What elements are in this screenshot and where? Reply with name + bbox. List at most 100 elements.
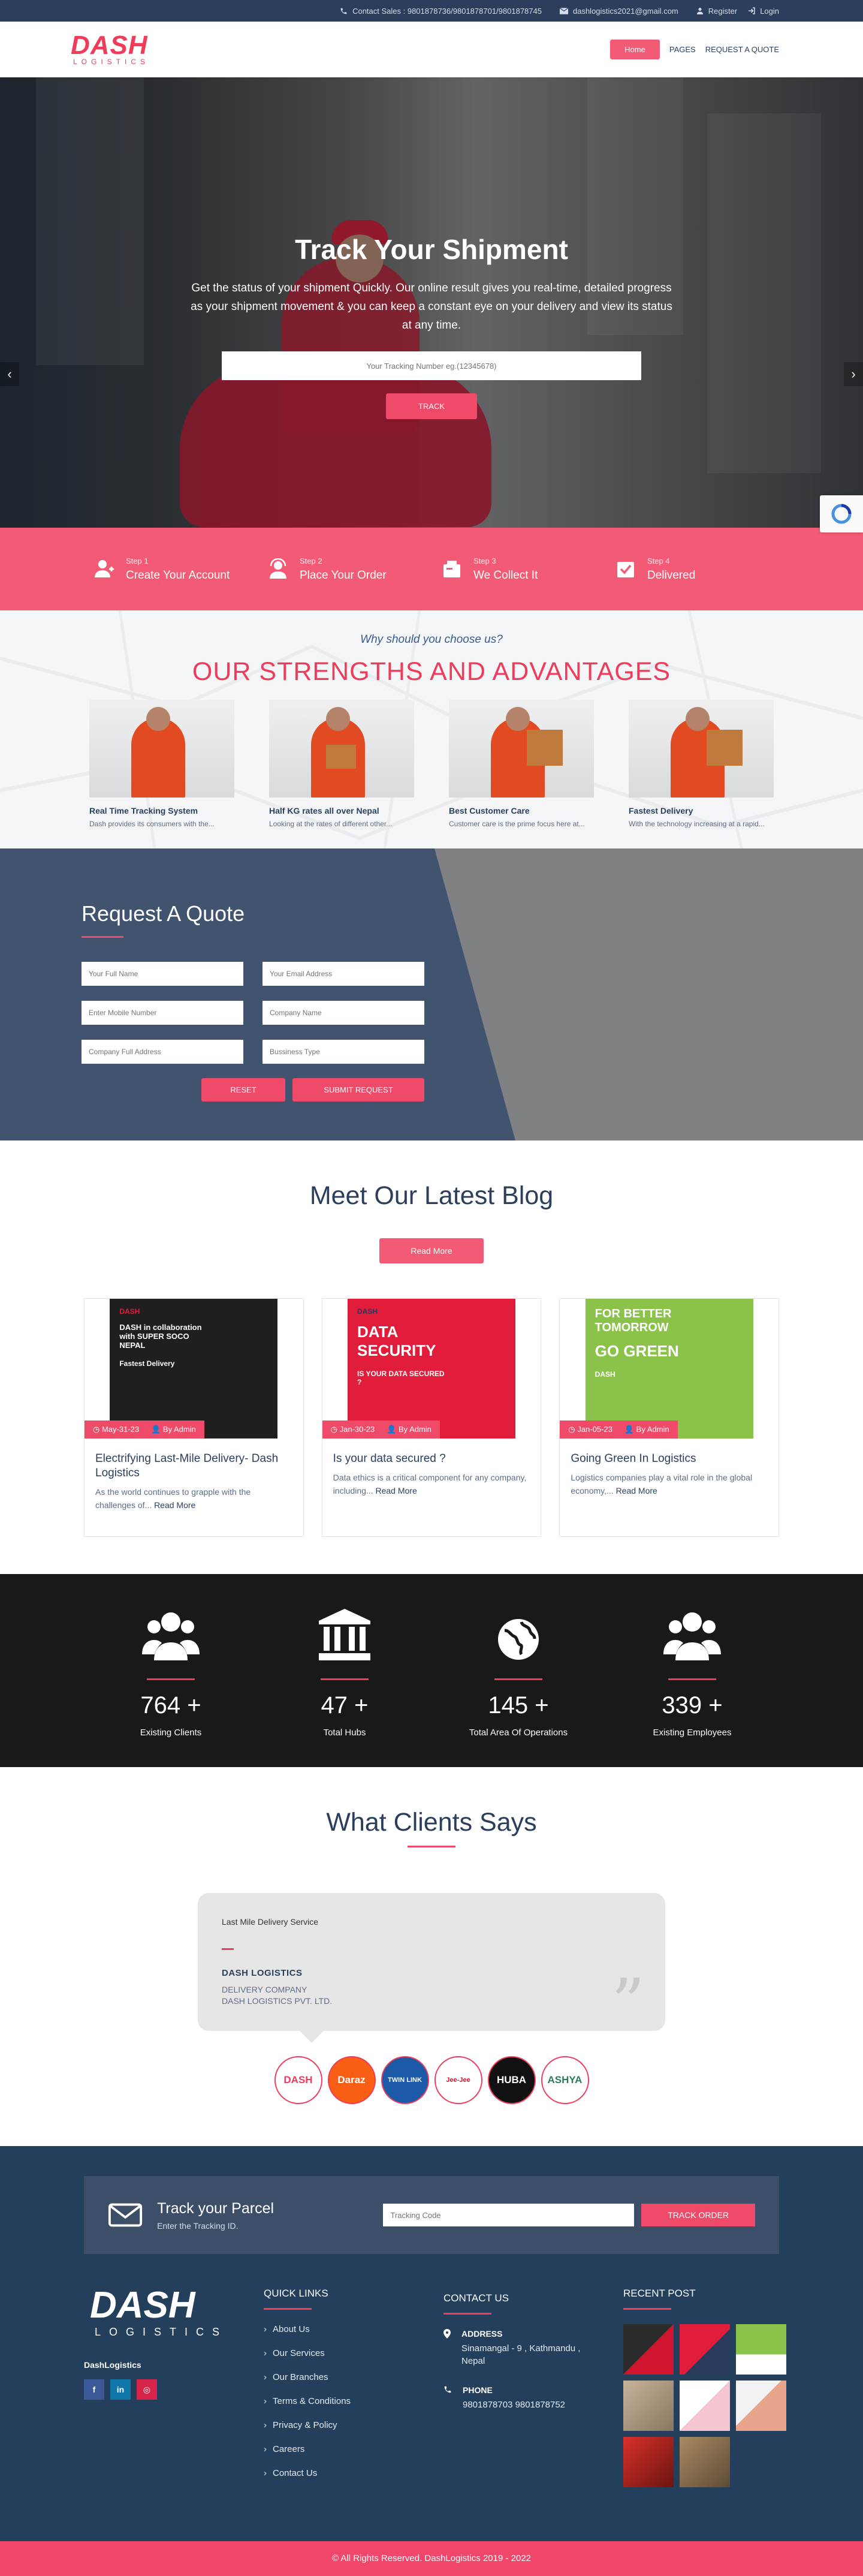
envelope-icon <box>559 7 568 14</box>
blog-post-graphic: DASH DATA SECURITY IS YOUR DATA SECURED ? <box>348 1299 515 1439</box>
footer-link[interactable]: › Our Services <box>264 2348 443 2358</box>
blog-post-read-more[interactable]: Read More <box>616 1486 657 1495</box>
recent-post-thumb[interactable] <box>680 2324 730 2375</box>
blog-graphic-text: Fastest Delivery <box>119 1359 175 1368</box>
recent-post-thumb[interactable] <box>623 2437 674 2487</box>
step-title: Place Your Order <box>300 568 387 582</box>
recent-post-thumb[interactable] <box>736 2381 786 2431</box>
client-logo[interactable]: ASHYA <box>541 2056 589 2104</box>
blog-post-card[interactable]: DASH DASH in collaboration with SUPER SOC… <box>84 1298 304 1537</box>
blog-post-card[interactable]: FOR BETTER TOMORROW GO GREEN DASH ◷ Jan-05-… <box>559 1298 780 1537</box>
client-logo[interactable]: HUBA <box>487 2056 536 2104</box>
user-icon: 👤 <box>624 1425 636 1434</box>
blog-graphic-text: DATA SECURITY <box>357 1323 436 1359</box>
clock-icon: ◷ <box>330 1425 340 1434</box>
top-bar: Contact Sales : 9801878736/9801878701/98… <box>0 0 863 22</box>
site-logo[interactable]: DASH LOGISTICS <box>71 32 149 66</box>
footer-link[interactable]: › About Us <box>264 2324 443 2334</box>
tracking-number-input[interactable] <box>222 351 641 380</box>
footer-company-name: DashLogistics <box>84 2360 141 2370</box>
footer-logo[interactable]: DASH LOGISTICS <box>84 2287 264 2339</box>
client-logo-text: ASHYA <box>547 2074 583 2086</box>
instagram-icon[interactable]: ◎ <box>137 2379 157 2400</box>
hero-text: Get the status of your shipment Quickly.… <box>191 282 672 332</box>
company-name-input[interactable] <box>262 1001 424 1025</box>
footer-link[interactable]: › Contact Us <box>264 2468 443 2478</box>
sign-in-icon <box>749 7 755 14</box>
recent-post-thumb[interactable] <box>680 2437 730 2487</box>
author-text: By Admin <box>636 1425 669 1434</box>
address-block: ADDRESS Sinamangal - 9 , Kathmandu , Nep… <box>443 2329 623 2367</box>
strength-card[interactable]: Real Time Tracking System Dash provides i… <box>89 700 234 828</box>
client-logo-text: Jee-Jee <box>446 2077 470 2084</box>
mobile-input[interactable] <box>82 1001 243 1025</box>
email-link[interactable]: dashlogistics2021@gmail.com <box>559 7 678 16</box>
footer-link[interactable]: › Terms & Conditions <box>264 2396 443 2406</box>
nav-home[interactable]: Home <box>610 40 660 59</box>
strength-card[interactable]: Half KG rates all over Nepal Looking at t… <box>269 700 414 828</box>
register-link[interactable]: Register <box>696 7 737 16</box>
testimonial-service: Last Mile Delivery Service <box>222 1917 319 1927</box>
strength-card[interactable]: Fastest Delivery With the technology incr… <box>629 700 774 828</box>
submit-request-button[interactable]: SUBMIT REQUEST <box>292 1078 424 1102</box>
footer-link-label: Our Branches <box>273 2372 328 2382</box>
recent-post-thumb[interactable] <box>623 2381 674 2431</box>
login-link[interactable]: Login <box>748 7 779 16</box>
blog-post-date: ◷ May-31-23 <box>93 1425 139 1434</box>
track-button[interactable]: TRACK <box>385 393 478 419</box>
chevron-right-icon: › <box>264 2396 267 2406</box>
blog-post-title[interactable]: Going Green In Logistics <box>571 1452 768 1466</box>
full-name-input[interactable] <box>82 962 243 986</box>
reset-button[interactable]: RESET <box>201 1078 285 1102</box>
blog-graphic-text: GO GREEN <box>595 1342 679 1360</box>
delivered-icon <box>615 558 636 580</box>
email-input[interactable] <box>262 962 424 986</box>
blog-title: Meet Our Latest Blog <box>309 1181 554 1210</box>
phone-block: PHONE 9801878703 9801878752 <box>443 2385 623 2411</box>
request-quote-section: Request A Quote RESET SUBMIT REQUEST <box>0 848 863 1140</box>
strength-card-desc: With the technology increasing at a rapi… <box>629 820 765 828</box>
track-order-button[interactable]: TRACK ORDER <box>641 2204 755 2226</box>
footer-link[interactable]: › Our Branches <box>264 2372 443 2382</box>
blog-post-card[interactable]: DASH DATA SECURITY IS YOUR DATA SECURED ? ◷… <box>321 1298 542 1537</box>
blog-post-title[interactable]: Is your data secured ? <box>333 1452 530 1466</box>
contact-sales-text: Contact Sales : 9801878736/9801878701/98… <box>352 6 542 16</box>
strengths-section: Why should you choose us? OUR STRENGTHS … <box>0 610 863 848</box>
strengths-kicker: Why should you choose us? <box>360 633 503 646</box>
client-logo[interactable]: Daraz <box>327 2056 376 2104</box>
linkedin-icon[interactable]: in <box>110 2379 131 2400</box>
stat-label: Existing Clients <box>140 1728 202 1738</box>
facebook-icon[interactable]: f <box>84 2379 104 2400</box>
login-label: Login <box>760 6 779 16</box>
business-type-input[interactable] <box>262 1040 424 1064</box>
blog-read-more-button[interactable]: Read More <box>379 1238 484 1263</box>
recent-post-thumb[interactable] <box>736 2324 786 2375</box>
footer-link[interactable]: › Privacy & Policy <box>264 2420 443 2430</box>
stat-label: Existing Employees <box>653 1728 732 1738</box>
recaptcha-badge[interactable] <box>820 495 863 532</box>
nav-pages[interactable]: PAGES <box>669 45 696 54</box>
nav-request-quote[interactable]: REQUEST A QUOTE <box>705 45 779 54</box>
company-address-input[interactable] <box>82 1040 243 1064</box>
recent-post-grid <box>623 2324 786 2487</box>
recent-post-thumb[interactable] <box>623 2324 674 2375</box>
blog-post-read-more[interactable]: Read More <box>154 1500 195 1510</box>
social-links: f in ◎ <box>84 2379 264 2400</box>
main-nav: Home PAGES REQUEST A QUOTE <box>610 40 779 59</box>
globe-icon <box>458 1603 578 1660</box>
recent-post-thumb[interactable] <box>680 2381 730 2431</box>
footer-link[interactable]: › Careers <box>264 2444 443 2454</box>
client-logo[interactable]: Jee-Jee <box>434 2056 482 2104</box>
stat-item: 47 + Total Hubs <box>285 1603 405 1738</box>
blog-post-title[interactable]: Electrifying Last-Mile Delivery- Dash Lo… <box>95 1452 292 1480</box>
tracking-code-input[interactable] <box>383 2204 635 2226</box>
strength-card[interactable]: Best Customer Care Customer care is the p… <box>449 700 594 828</box>
chevron-right-icon: › <box>264 2348 267 2358</box>
blog-post-read-more[interactable]: Read More <box>376 1486 417 1495</box>
site-footer: Track your Parcel Enter the Tracking ID.… <box>0 2146 863 2576</box>
blog-post-graphic: DASH DASH in collaboration with SUPER SOC… <box>110 1299 278 1439</box>
client-logo[interactable]: DASH <box>274 2056 322 2104</box>
contact-underline <box>443 2313 491 2315</box>
client-logo[interactable]: TWIN LINK <box>381 2056 429 2104</box>
contact-title: CONTACT US <box>443 2292 509 2304</box>
